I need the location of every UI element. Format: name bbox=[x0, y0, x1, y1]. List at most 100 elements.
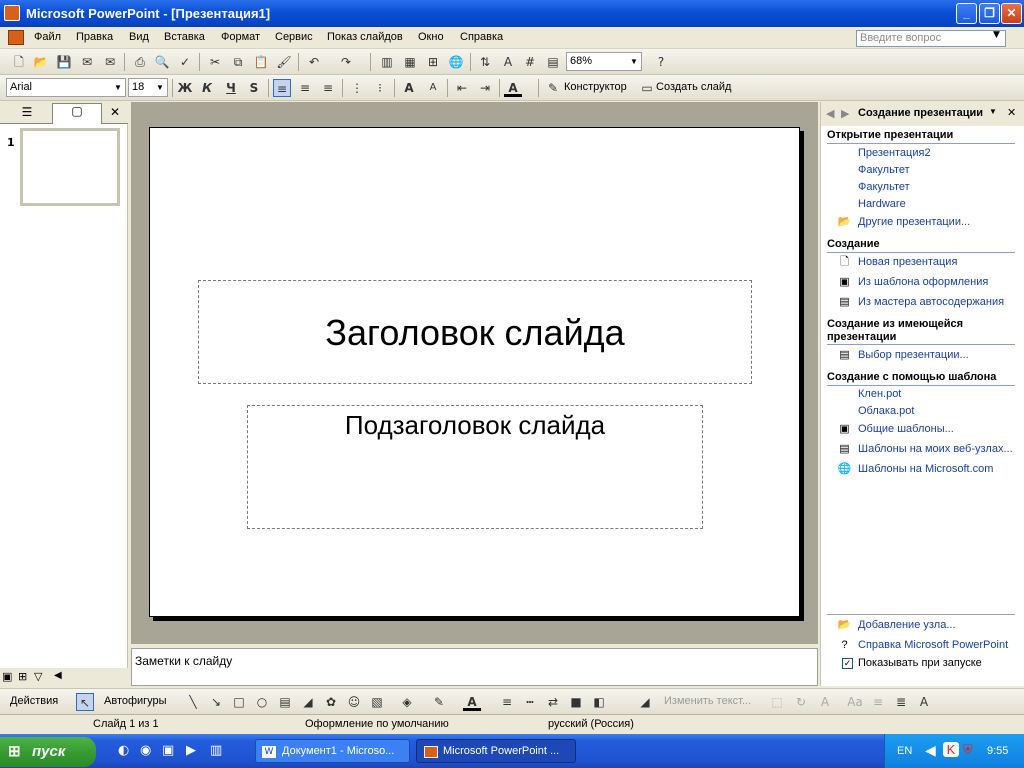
designer-button[interactable]: Конструктор bbox=[564, 81, 627, 93]
increase-indent-icon[interactable]: ⇥ bbox=[476, 79, 494, 97]
underline-button[interactable]: Ч bbox=[222, 79, 240, 97]
zoom-combo[interactable]: 68% ▼ bbox=[566, 52, 642, 71]
taskbar-task-powerpoint[interactable]: Microsoft PowerPoint ... bbox=[416, 739, 576, 763]
line-color-icon[interactable]: ✎ bbox=[430, 693, 448, 711]
template-file-link[interactable]: Облака.pot bbox=[858, 405, 914, 417]
chevron-down-icon[interactable]: ▼ bbox=[154, 80, 166, 95]
quicklaunch-icon[interactable]: ◉ bbox=[140, 743, 151, 758]
grid-icon[interactable]: # bbox=[521, 53, 539, 71]
formatting-icon[interactable]: A bbox=[499, 53, 517, 71]
increase-font-icon[interactable]: A bbox=[400, 79, 418, 97]
spelling-icon[interactable]: ✓ bbox=[176, 53, 194, 71]
autocontent-wizard-link[interactable]: Из мастера автосодержания bbox=[858, 296, 1004, 308]
chevron-down-icon[interactable]: ▼ bbox=[993, 30, 1000, 40]
diagram-icon[interactable]: ✿ bbox=[322, 693, 340, 711]
actions-menu[interactable]: Действия bbox=[10, 695, 58, 707]
line-icon[interactable]: ╲ bbox=[184, 693, 202, 711]
menu-view[interactable]: Вид bbox=[129, 31, 149, 43]
permission-icon[interactable]: ✉ bbox=[78, 53, 96, 71]
save-icon[interactable]: 💾 bbox=[55, 53, 73, 71]
more-presentations-link[interactable]: Другие презентации... bbox=[858, 216, 970, 228]
copy-icon[interactable]: ⧉ bbox=[229, 53, 247, 71]
menu-format[interactable]: Формат bbox=[221, 31, 260, 43]
menu-tools[interactable]: Сервис bbox=[275, 31, 313, 43]
textbox-icon[interactable]: ▤ bbox=[276, 693, 294, 711]
text-direction-icon[interactable]: A bbox=[915, 693, 933, 711]
clipart-icon[interactable]: ☺ bbox=[345, 693, 363, 711]
slide-subtitle-placeholder[interactable]: Подзаголовок слайда bbox=[247, 405, 703, 529]
paste-icon[interactable]: 📋 bbox=[252, 53, 270, 71]
expand-icon[interactable]: ⇅ bbox=[476, 53, 494, 71]
arrow-icon[interactable]: ↘ bbox=[207, 693, 225, 711]
tables-borders-icon[interactable]: ⊞ bbox=[424, 53, 442, 71]
decrease-indent-icon[interactable]: ⇤ bbox=[453, 79, 471, 97]
slide-thumbnail[interactable] bbox=[20, 128, 120, 206]
forward-icon[interactable]: ▶ bbox=[841, 107, 849, 120]
quicklaunch-icon[interactable]: ▣ bbox=[162, 743, 174, 758]
decrease-font-icon[interactable]: A bbox=[424, 79, 442, 97]
spacing-icon[interactable]: A bbox=[816, 693, 834, 711]
wordart-icon[interactable]: ◢ bbox=[299, 693, 317, 711]
align-center-icon[interactable]: ≡ bbox=[296, 79, 314, 97]
template-file-link[interactable]: Клен.pot bbox=[858, 388, 901, 400]
autoshapes-menu[interactable]: Автофигуры bbox=[104, 695, 167, 707]
chevron-down-icon[interactable]: ▼ bbox=[989, 107, 997, 116]
close-icon[interactable]: ✕ bbox=[110, 105, 120, 119]
chart-icon[interactable]: ▥ bbox=[378, 53, 396, 71]
edit-text-button[interactable]: Изменить текст... bbox=[664, 695, 751, 707]
cut-icon[interactable]: ✂ bbox=[206, 53, 224, 71]
slide-canvas[interactable]: Заголовок слайда Подзаголовок слайда bbox=[149, 127, 800, 617]
rotate-icon[interactable]: ↻ bbox=[792, 693, 810, 711]
sorter-view-icon[interactable]: ⊞ bbox=[18, 670, 27, 683]
shape-icon[interactable]: ⬚ bbox=[768, 693, 786, 711]
email-icon[interactable]: ✉ bbox=[101, 53, 119, 71]
back-icon[interactable]: ◀ bbox=[826, 107, 834, 120]
close-button[interactable]: ✕ bbox=[1001, 3, 1022, 24]
new-presentation-link[interactable]: Новая презентация bbox=[858, 256, 957, 268]
slideshow-view-icon[interactable]: ▽ bbox=[34, 670, 42, 683]
new-icon[interactable]: 🗋 bbox=[10, 53, 28, 71]
tab-slides[interactable]: ▢ bbox=[52, 103, 102, 124]
hyperlink-icon[interactable]: 🌐 bbox=[447, 53, 465, 71]
choose-presentation-link[interactable]: Выбор презентации... bbox=[858, 349, 969, 361]
language-indicator[interactable]: EN bbox=[897, 745, 912, 757]
font-combo[interactable]: Arial ▼ bbox=[6, 78, 126, 97]
chevron-down-icon[interactable]: ▼ bbox=[628, 54, 640, 69]
recent-link[interactable]: Hardware bbox=[858, 198, 906, 210]
rectangle-icon[interactable]: □ bbox=[230, 693, 248, 711]
menu-insert[interactable]: Вставка bbox=[164, 31, 205, 43]
redo-icon[interactable]: ↷ bbox=[337, 53, 355, 71]
undo-icon[interactable]: ↶ bbox=[305, 53, 323, 71]
font-color-icon[interactable]: A bbox=[463, 693, 481, 711]
powerpoint-app-icon[interactable] bbox=[4, 5, 20, 21]
tab-outline[interactable]: ☰ bbox=[2, 105, 52, 123]
arrow-style-icon[interactable]: ⇄ bbox=[544, 693, 562, 711]
numbering-icon[interactable]: ⋮ bbox=[348, 79, 366, 97]
quicklaunch-icon[interactable]: ▥ bbox=[210, 743, 222, 758]
add-place-link[interactable]: Добавление узла... bbox=[858, 619, 956, 631]
normal-view-icon[interactable]: ▣ bbox=[2, 670, 12, 683]
menu-edit[interactable]: Правка bbox=[76, 31, 113, 43]
table-icon[interactable]: ▦ bbox=[401, 53, 419, 71]
notes-pane[interactable]: Заметки к слайду bbox=[131, 648, 818, 686]
ask-question-input[interactable]: Введите вопрос bbox=[856, 30, 1006, 47]
shadow-button[interactable]: S bbox=[245, 79, 263, 97]
new-slide-icon[interactable]: ▭ bbox=[638, 79, 656, 97]
bold-button[interactable]: Ж bbox=[176, 79, 194, 97]
recent-link[interactable]: Факультет bbox=[858, 164, 910, 176]
general-templates-link[interactable]: Общие шаблоны... bbox=[858, 423, 954, 435]
open-icon[interactable]: 📂 bbox=[32, 53, 50, 71]
print-icon[interactable]: ⎙ bbox=[131, 53, 149, 71]
menu-slideshow[interactable]: Показ слайдов bbox=[327, 31, 403, 43]
wordart-icon[interactable]: ◢ bbox=[636, 693, 654, 711]
web-templates-link[interactable]: Шаблоны на моих веб-узлах... bbox=[858, 443, 1013, 455]
slide-title-placeholder[interactable]: Заголовок слайда bbox=[198, 280, 752, 384]
tray-icon[interactable]: ◀ bbox=[925, 742, 936, 759]
align-icon[interactable]: ≣ bbox=[892, 693, 910, 711]
italic-button[interactable]: К bbox=[198, 79, 216, 97]
dash-style-icon[interactable]: ┅ bbox=[521, 693, 539, 711]
quicklaunch-icon[interactable]: ◐ bbox=[118, 743, 129, 758]
help-link[interactable]: Справка Microsoft PowerPoint bbox=[858, 639, 1008, 651]
from-design-template-link[interactable]: Из шаблона оформления bbox=[858, 276, 988, 288]
microsoft-templates-link[interactable]: Шаблоны на Microsoft.com bbox=[858, 463, 993, 475]
